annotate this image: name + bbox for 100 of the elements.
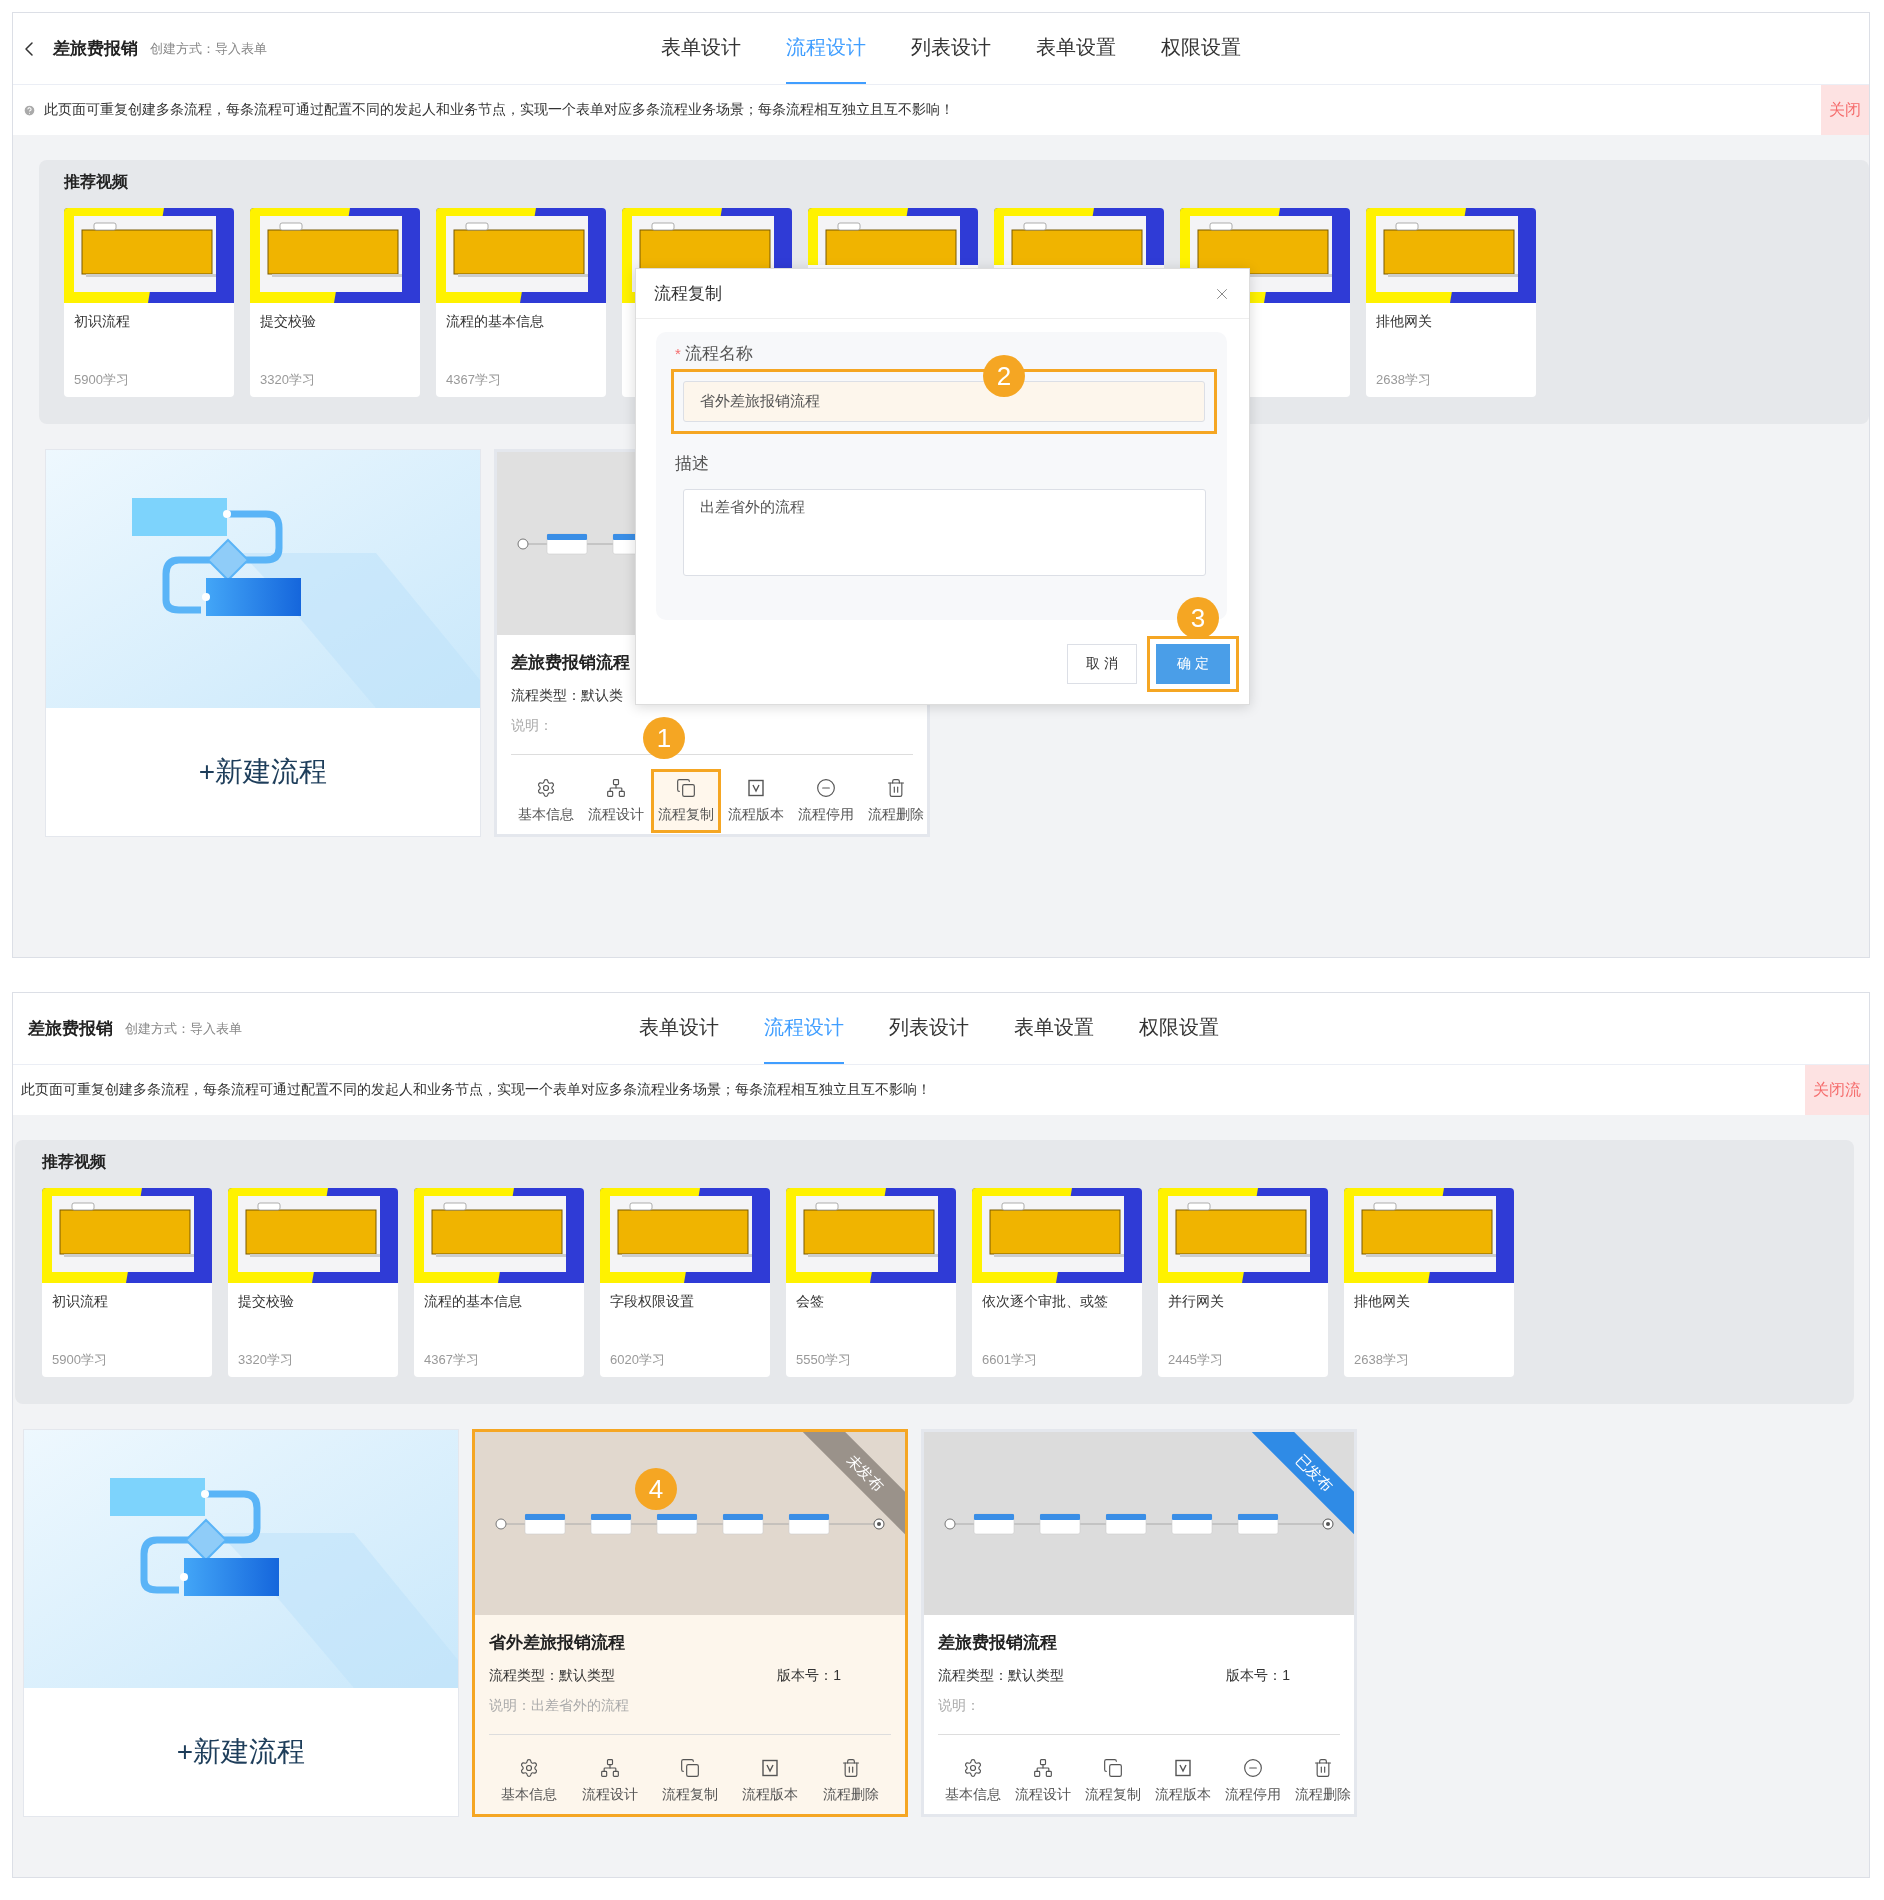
view-count: 2638学习	[1353, 1351, 1410, 1369]
dialog-title: 流程复制	[654, 283, 722, 305]
view-count: 4367学习	[423, 1351, 480, 1369]
minus-circle-icon	[1243, 1758, 1263, 1778]
action-button[interactable]: 基本信息	[511, 769, 581, 833]
section-title: 推荐视频	[64, 172, 129, 192]
action-button[interactable]: 流程版本	[721, 769, 791, 833]
new-flow-card[interactable]: +新建流程	[23, 1429, 459, 1817]
hierarchy-icon	[606, 778, 626, 798]
video-card[interactable]: 初识流程 5900学习	[42, 1188, 212, 1377]
video-card[interactable]: 排他网关 2638学习	[1344, 1188, 1514, 1377]
video-card[interactable]: 依次逐个审批、或签 6601学习	[972, 1188, 1142, 1377]
tab[interactable]: 权限设置	[1139, 993, 1219, 1064]
form-title: 差旅费报销	[28, 1018, 113, 1040]
tab[interactable]: 表单设置	[1036, 13, 1116, 84]
form-title: 差旅费报销	[53, 38, 138, 60]
checkbox-v-icon	[746, 778, 766, 798]
view-count: 6601学习	[981, 1351, 1038, 1369]
action-button[interactable]: 流程复制	[651, 769, 721, 833]
copy-icon	[679, 1758, 700, 1778]
video-title: 依次逐个审批、或签	[981, 1292, 1109, 1311]
action-button[interactable]: 流程停用	[1218, 1749, 1288, 1813]
video-title: 流程的基本信息	[445, 312, 545, 331]
view-count: 6020学习	[609, 1351, 666, 1369]
video-title: 流程的基本信息	[423, 1292, 523, 1311]
action-button[interactable]: 流程删除	[815, 1749, 886, 1813]
video-card[interactable]: 排他网关 2638学习	[1366, 208, 1536, 397]
action-button[interactable]: 流程设计	[1008, 1749, 1078, 1813]
notice-text: 此页面可重复创建多条流程，每条流程可通过配置不同的发起人和业务节点，实现一个表单对应多条流程业务场景；每条流程相互独立且互不影响！	[21, 1081, 931, 1099]
video-card[interactable]: 字段权限设置 6020学习	[600, 1188, 770, 1377]
tab[interactable]: 表单设计	[639, 993, 719, 1064]
video-card[interactable]: 流程的基本信息 4367学习	[436, 208, 606, 397]
action-button[interactable]: 流程删除	[861, 769, 927, 833]
action-button[interactable]: 流程设计	[574, 1749, 645, 1813]
video-card[interactable]: 初识流程 5900学习	[64, 208, 234, 397]
view-count: 4367学习	[445, 371, 502, 389]
hierarchy-icon	[1033, 1758, 1053, 1778]
section-title: 推荐视频	[42, 1152, 107, 1172]
video-title: 字段权限设置	[609, 1292, 695, 1311]
copy-icon	[676, 778, 696, 798]
action-button[interactable]: 基本信息	[938, 1749, 1008, 1813]
flow-description: 说明：出差省外的流程	[489, 1696, 630, 1715]
new-flow-card[interactable]: +新建流程	[45, 449, 481, 837]
tab[interactable]: 列表设计	[911, 13, 991, 84]
notice-text: 此页面可重复创建多条流程，每条流程可通过配置不同的发起人和业务节点，实现一个表单对应多条流程业务场景；每条流程相互独立且互不影响！	[44, 101, 954, 119]
flow-type: 流程类型：默认类型	[489, 1666, 615, 1685]
description-field[interactable]: 出差省外的流程	[683, 489, 1206, 576]
gear-icon	[536, 778, 556, 798]
flow-name: 差旅费报销流程	[511, 652, 631, 674]
view-count: 5550学习	[795, 1351, 852, 1369]
action-button[interactable]: 流程删除	[1288, 1749, 1354, 1813]
video-card[interactable]: 会签 5550学习	[786, 1188, 956, 1377]
hierarchy-icon	[599, 1758, 620, 1778]
view-count: 5900学习	[73, 371, 130, 389]
creation-method-label: 创建方式：导入表单	[150, 39, 267, 58]
version-label: 版本号：1	[777, 1666, 841, 1685]
video-title: 提交校验	[259, 312, 317, 331]
gear-icon	[963, 1758, 983, 1778]
video-title: 会签	[795, 1292, 825, 1311]
action-button[interactable]: 流程版本	[735, 1749, 806, 1813]
action-button[interactable]: 流程停用	[791, 769, 861, 833]
flow-name: 省外差旅报销流程	[489, 1632, 626, 1654]
gear-icon	[519, 1758, 540, 1778]
flow-description: 说明：	[938, 1696, 981, 1715]
action-button[interactable]: 流程设计	[581, 769, 651, 833]
version-label: 版本号：1	[1226, 1666, 1290, 1685]
view-count: 2445学习	[1167, 1351, 1224, 1369]
tab[interactable]: 权限设置	[1161, 13, 1241, 84]
action-button[interactable]: 流程版本	[1148, 1749, 1218, 1813]
copy-icon	[1103, 1758, 1123, 1778]
video-title: 排他网关	[1375, 312, 1433, 331]
action-button[interactable]: 流程复制	[1078, 1749, 1148, 1813]
action-button[interactable]: 基本信息	[494, 1749, 565, 1813]
info-icon	[23, 103, 36, 117]
trash-icon	[840, 1758, 861, 1778]
field-label: 流程名称	[684, 343, 753, 365]
video-title: 并行网关	[1167, 1292, 1225, 1311]
checkbox-v-icon	[1173, 1758, 1193, 1778]
video-card[interactable]: 并行网关 2445学习	[1158, 1188, 1328, 1377]
video-card[interactable]: 提交校验 3320学习	[250, 208, 420, 397]
creation-method-label: 创建方式：导入表单	[125, 1019, 242, 1038]
video-card[interactable]: 提交校验 3320学习	[228, 1188, 398, 1377]
cancel-button[interactable]: 取 消	[1067, 644, 1137, 684]
flow-type: 流程类型：默认类型	[938, 1666, 1064, 1685]
trash-icon	[886, 778, 906, 798]
tab[interactable]: 列表设计	[889, 993, 969, 1064]
trash-icon	[1313, 1758, 1333, 1778]
video-title: 初识流程	[73, 312, 131, 331]
view-count: 3320学习	[259, 371, 316, 389]
flow-description: 说明：	[511, 716, 554, 735]
field-label: 描述	[675, 453, 710, 475]
flow-type: 流程类型：默认类	[511, 686, 623, 705]
tab[interactable]: 表单设置	[1014, 993, 1094, 1064]
checkbox-v-icon	[760, 1758, 781, 1778]
video-title: 排他网关	[1353, 1292, 1411, 1311]
minus-circle-icon	[816, 778, 836, 798]
tab[interactable]: 表单设计	[661, 13, 741, 84]
action-button[interactable]: 流程复制	[654, 1749, 725, 1813]
view-count: 3320学习	[237, 1351, 294, 1369]
video-card[interactable]: 流程的基本信息 4367学习	[414, 1188, 584, 1377]
